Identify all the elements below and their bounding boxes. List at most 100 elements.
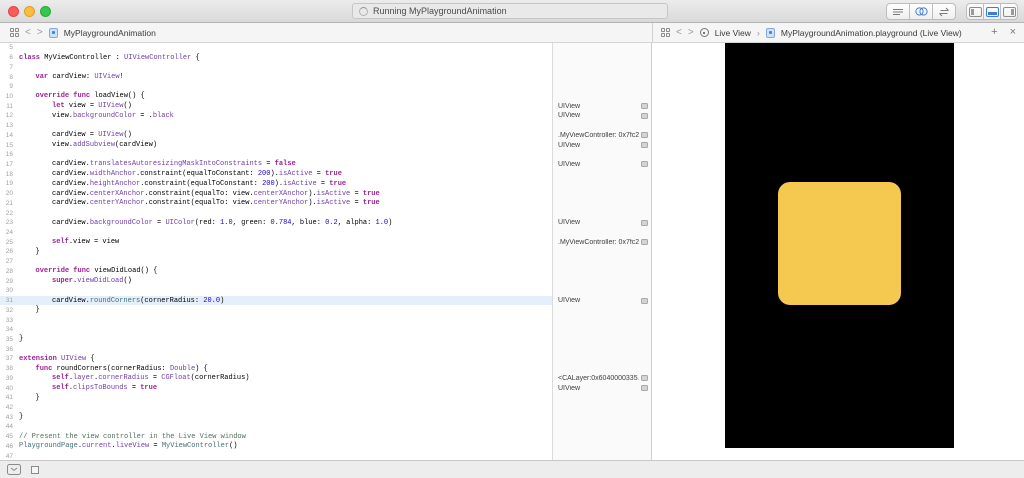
code-line-5[interactable]: 5: [0, 43, 552, 53]
code-line-14[interactable]: 14cardView = UIView(): [0, 130, 552, 140]
show-result-icon[interactable]: [641, 142, 648, 148]
code-line-9[interactable]: 9: [0, 82, 552, 92]
minimize-window-button[interactable]: [24, 6, 35, 17]
code-line-45[interactable]: 45// Present the view controller in the …: [0, 432, 552, 442]
show-result-icon[interactable]: [641, 132, 648, 138]
code-line-33[interactable]: 33: [0, 315, 552, 325]
related-items-icon[interactable]: [661, 28, 670, 37]
toggle-navigator-panel-button[interactable]: [966, 3, 984, 20]
show-result-icon[interactable]: [641, 103, 648, 109]
code-line-28[interactable]: 28override func viewDidLoad() {: [0, 267, 552, 277]
code-text: let view = UIView(): [18, 102, 132, 110]
assistant-actions: + ×: [991, 23, 1016, 42]
code-line-47[interactable]: 47: [0, 451, 552, 460]
code-line-15[interactable]: 15view.addSubview(cardView): [0, 140, 552, 150]
go-back-button[interactable]: <: [676, 28, 682, 38]
show-result-icon[interactable]: [641, 298, 648, 304]
breadcrumb-live-view-file[interactable]: MyPlaygroundAnimation.playground (Live V…: [781, 28, 962, 38]
code-text: }: [18, 413, 23, 421]
code-line-13[interactable]: 13: [0, 121, 552, 131]
toggle-debug-area-icon[interactable]: [7, 464, 21, 475]
code-line-7[interactable]: 7: [0, 62, 552, 72]
related-items-icon[interactable]: [10, 28, 19, 37]
code-line-37[interactable]: 37extension UIView {: [0, 354, 552, 364]
line-number: 9: [0, 83, 18, 90]
zoom-window-button[interactable]: [40, 6, 51, 17]
activity-status-field: Running MyPlaygroundAnimation: [352, 3, 668, 19]
xcode-playground-window: Running MyPlaygroundAnimation: [0, 0, 1024, 478]
code-line-31[interactable]: 31cardView.roundCorners(cornerRadius: 20…: [0, 296, 552, 306]
go-forward-button[interactable]: >: [37, 28, 43, 38]
code-line-25[interactable]: 25self.view = view: [0, 237, 552, 247]
standard-editor-button[interactable]: [886, 3, 910, 20]
go-back-button[interactable]: <: [25, 28, 31, 38]
result-value: UIView: [558, 142, 639, 149]
code-line-42[interactable]: 42: [0, 403, 552, 413]
line-number: 15: [0, 142, 18, 149]
code-line-44[interactable]: 44: [0, 422, 552, 432]
show-result-icon[interactable]: [641, 161, 648, 167]
code-line-11[interactable]: 11let view = UIView(): [0, 101, 552, 111]
code-line-40[interactable]: 40self.clipsToBounds = true: [0, 383, 552, 393]
code-line-22[interactable]: 22: [0, 208, 552, 218]
code-line-32[interactable]: 32}: [0, 305, 552, 315]
toggle-inspector-panel-button[interactable]: [1000, 3, 1018, 20]
code-line-21[interactable]: 21cardView.centerYAnchor.constraint(equa…: [0, 199, 552, 209]
stop-execution-button[interactable]: [31, 466, 39, 474]
panel-toggle-segmented-control: [966, 3, 1018, 20]
result-row-line-25: .MyViewController: 0x7fc2…: [553, 237, 652, 247]
code-line-12[interactable]: 12view.backgroundColor = .black: [0, 111, 552, 121]
code-line-43[interactable]: 43}: [0, 412, 552, 422]
code-line-36[interactable]: 36: [0, 344, 552, 354]
code-line-16[interactable]: 16: [0, 150, 552, 160]
code-line-30[interactable]: 30: [0, 286, 552, 296]
line-number: 18: [0, 171, 18, 178]
code-text: func roundCorners(cornerRadius: Double) …: [18, 365, 208, 373]
code-line-18[interactable]: 18cardView.widthAnchor.constraint(equalT…: [0, 169, 552, 179]
result-value: UIView: [558, 161, 639, 168]
line-number: 45: [0, 433, 18, 440]
code-line-20[interactable]: 20cardView.centerXAnchor.constraint(equa…: [0, 189, 552, 199]
code-editor[interactable]: 5 6class MyViewController : UIViewControl…: [0, 43, 552, 460]
line-number: 35: [0, 336, 18, 343]
show-result-icon[interactable]: [641, 113, 648, 119]
code-line-41[interactable]: 41}: [0, 393, 552, 403]
code-text: self.clipsToBounds = true: [18, 384, 157, 392]
code-line-23[interactable]: 23cardView.backgroundColor = UIColor(red…: [0, 218, 552, 228]
toggle-debug-area-button[interactable]: [983, 3, 1001, 20]
line-number: 5: [0, 44, 18, 51]
result-value: UIView: [558, 103, 639, 110]
breadcrumb-live-view[interactable]: Live View: [715, 28, 751, 38]
code-text: cardView.centerXAnchor.constraint(equalT…: [18, 190, 380, 198]
close-assistant-editor-button[interactable]: ×: [1010, 27, 1016, 38]
show-result-icon[interactable]: [641, 239, 648, 245]
code-line-6[interactable]: 6class MyViewController : UIViewControll…: [0, 53, 552, 63]
code-line-29[interactable]: 29super.viewDidLoad(): [0, 276, 552, 286]
line-number: 41: [0, 394, 18, 401]
assistant-editor-button[interactable]: [909, 3, 933, 20]
show-result-icon[interactable]: [641, 220, 648, 226]
version-editor-button[interactable]: [932, 3, 956, 20]
code-text: }: [18, 306, 40, 314]
show-result-icon[interactable]: [641, 375, 648, 381]
code-line-38[interactable]: 38func roundCorners(cornerRadius: Double…: [0, 364, 552, 374]
code-line-39[interactable]: 39self.layer.cornerRadius = CGFloat(corn…: [0, 373, 552, 383]
code-line-46[interactable]: 46PlaygroundPage.current.liveView = MyVi…: [0, 442, 552, 452]
code-line-34[interactable]: 34: [0, 325, 552, 335]
code-line-10[interactable]: 10override func loadView() {: [0, 92, 552, 102]
code-line-27[interactable]: 27: [0, 257, 552, 267]
code-line-19[interactable]: 19cardView.heightAnchor.constraint(equal…: [0, 179, 552, 189]
go-forward-button[interactable]: >: [688, 28, 694, 38]
code-line-8[interactable]: 8var cardView: UIView!: [0, 72, 552, 82]
result-value: .MyViewController: 0x7fc2…: [558, 239, 639, 246]
code-line-17[interactable]: 17cardView.translatesAutoresizingMaskInt…: [0, 160, 552, 170]
code-line-26[interactable]: 26}: [0, 247, 552, 257]
code-line-24[interactable]: 24: [0, 228, 552, 238]
add-assistant-editor-button[interactable]: +: [991, 27, 997, 38]
code-line-35[interactable]: 35}: [0, 335, 552, 345]
code-text: self.layer.cornerRadius = CGFloat(corner…: [18, 374, 249, 382]
breadcrumb-file-name[interactable]: MyPlaygroundAnimation: [64, 28, 156, 38]
close-window-button[interactable]: [8, 6, 19, 17]
line-number: 24: [0, 229, 18, 236]
show-result-icon[interactable]: [641, 385, 648, 391]
